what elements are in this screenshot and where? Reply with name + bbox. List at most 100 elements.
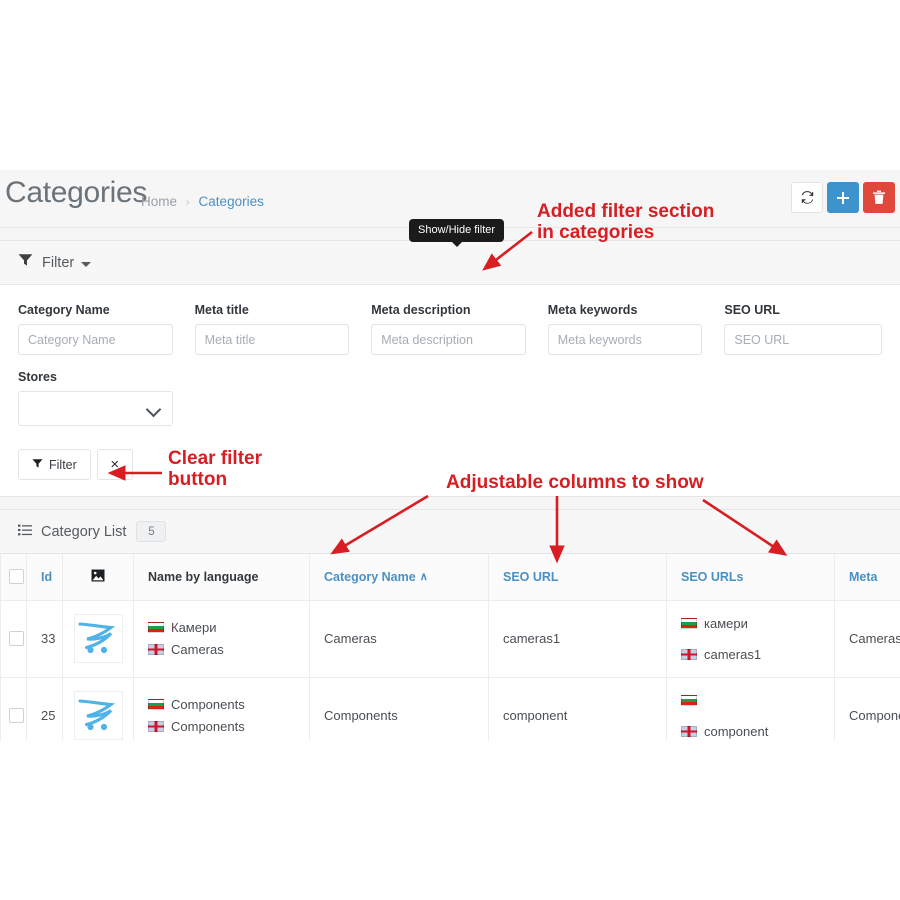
row-checkbox[interactable] bbox=[9, 708, 24, 723]
cell-meta: Cameras bbox=[834, 600, 900, 678]
seo-url-item bbox=[681, 685, 820, 716]
language-name-stack: Камери Cameras bbox=[148, 617, 295, 661]
annotation-filter-section: Added filter section in categories bbox=[537, 201, 715, 244]
flag-en-icon bbox=[681, 725, 697, 737]
label-meta-keywords: Meta keywords bbox=[547, 303, 638, 317]
apply-filter-label: Filter bbox=[49, 457, 77, 472]
filter-field-meta-title: Meta title bbox=[194, 303, 350, 355]
list-icon bbox=[18, 523, 32, 541]
category-thumbnail bbox=[73, 691, 123, 740]
row-select-cell[interactable] bbox=[0, 600, 27, 678]
filter-form: Category Name Meta title Meta descriptio… bbox=[0, 285, 900, 496]
show-hide-filter-tooltip: Show/Hide filter bbox=[409, 219, 505, 247]
table-header-row: Id Name by language Category Name ∧ SEO … bbox=[0, 554, 900, 601]
row-select-cell[interactable] bbox=[0, 677, 27, 740]
seo-url-text: cameras1 bbox=[704, 646, 762, 662]
plus-icon bbox=[836, 191, 850, 205]
input-meta-keywords[interactable] bbox=[547, 324, 703, 355]
category-count-badge: 5 bbox=[136, 521, 167, 542]
flag-bg-icon bbox=[148, 699, 164, 710]
category-thumbnail bbox=[73, 614, 123, 663]
breadcrumb-separator: › bbox=[185, 195, 190, 209]
th-meta[interactable]: Meta bbox=[834, 554, 900, 601]
filter-field-row: Category Name Meta title Meta descriptio… bbox=[18, 303, 882, 355]
seo-url-item: cameras1 bbox=[681, 639, 820, 670]
flag-bg-icon bbox=[148, 622, 164, 633]
flag-bg-icon bbox=[681, 694, 697, 706]
language-name-item: Камери bbox=[148, 617, 295, 639]
close-icon: × bbox=[110, 456, 120, 473]
cell-seo-url: cameras1 bbox=[488, 600, 667, 678]
apply-filter-button[interactable]: Filter bbox=[18, 449, 91, 480]
filter-panel-header[interactable]: Filter bbox=[0, 241, 900, 285]
cell-id: 33 bbox=[26, 600, 63, 678]
filter-panel-title: Filter bbox=[42, 254, 75, 271]
cell-name-by-language: Камери Cameras bbox=[133, 600, 310, 678]
flag-en-icon bbox=[148, 721, 164, 732]
filter-field-category-name: Category Name bbox=[18, 303, 173, 355]
funnel-icon bbox=[18, 253, 33, 272]
breadcrumb: Home › Categories bbox=[141, 194, 264, 209]
cell-name-by-language: Components Components bbox=[133, 677, 310, 740]
th-seo-urls[interactable]: SEO URLs bbox=[666, 554, 835, 601]
screenshot-root: Categories Home › Categories Filter Cate… bbox=[0, 0, 900, 900]
label-meta-title: Meta title bbox=[194, 303, 249, 317]
seo-url-item: component bbox=[681, 716, 820, 741]
cell-seo-url: component bbox=[488, 677, 667, 740]
cell-image bbox=[62, 677, 134, 740]
annotation-clear-filter: Clear filter button bbox=[168, 448, 262, 491]
th-select-all[interactable] bbox=[0, 554, 27, 601]
label-category-name: Category Name bbox=[18, 303, 110, 317]
language-name-text: Камери bbox=[171, 620, 217, 635]
label-stores: Stores bbox=[18, 370, 57, 384]
category-table-wrap: Id Name by language Category Name ∧ SEO … bbox=[0, 554, 900, 740]
flag-en-icon bbox=[681, 648, 697, 660]
th-category-name-label: Category Name bbox=[324, 569, 416, 584]
funnel-icon bbox=[32, 458, 43, 472]
trash-icon bbox=[872, 190, 886, 205]
category-table: Id Name by language Category Name ∧ SEO … bbox=[0, 554, 900, 740]
seo-url-text: component bbox=[704, 723, 769, 739]
seo-url-stack: камери cameras1 bbox=[681, 608, 820, 670]
table-row[interactable]: 25 Components Components Components comp… bbox=[0, 677, 900, 741]
input-meta-title[interactable] bbox=[194, 324, 350, 355]
th-name-by-language: Name by language bbox=[133, 554, 310, 601]
clear-filter-button[interactable]: × bbox=[96, 449, 133, 480]
stores-select-wrap bbox=[18, 391, 173, 426]
row-checkbox[interactable] bbox=[9, 631, 24, 646]
header-actions bbox=[791, 182, 895, 213]
input-meta-description[interactable] bbox=[371, 324, 526, 355]
add-button[interactable] bbox=[827, 182, 859, 213]
language-name-text: Cameras bbox=[171, 642, 224, 657]
seo-url-stack: component bbox=[681, 685, 820, 741]
language-name-item: Components bbox=[148, 694, 295, 716]
seo-url-text: камери bbox=[704, 615, 748, 631]
language-name-item: Cameras bbox=[148, 639, 295, 661]
th-id[interactable]: Id bbox=[26, 554, 63, 601]
th-seo-url[interactable]: SEO URL bbox=[488, 554, 667, 601]
image-icon bbox=[91, 569, 105, 585]
table-row[interactable]: 33 Камери Cameras Cameras cameras1 камер… bbox=[0, 600, 900, 678]
admin-categories-page: Categories Home › Categories Filter Cate… bbox=[0, 170, 900, 740]
language-name-stack: Components Components bbox=[148, 694, 295, 738]
cell-category-name: Components bbox=[309, 677, 489, 740]
category-list-title: Category List bbox=[41, 523, 127, 540]
refresh-icon bbox=[800, 190, 815, 205]
filter-panel: Filter Category Name Meta title Meta des… bbox=[0, 240, 900, 497]
select-all-checkbox[interactable] bbox=[9, 569, 24, 585]
label-seo-url: SEO URL bbox=[724, 303, 780, 317]
input-seo-url[interactable] bbox=[724, 324, 882, 355]
breadcrumb-current[interactable]: Categories bbox=[199, 194, 264, 209]
cell-image bbox=[62, 600, 134, 678]
cell-id: 25 bbox=[26, 677, 63, 740]
filter-field-meta-description: Meta description bbox=[371, 303, 526, 355]
flag-bg-icon bbox=[681, 617, 697, 629]
input-category-name[interactable] bbox=[18, 324, 173, 355]
th-category-name[interactable]: Category Name ∧ bbox=[309, 554, 489, 601]
refresh-button[interactable] bbox=[791, 182, 823, 213]
flag-en-icon bbox=[148, 644, 164, 655]
delete-button[interactable] bbox=[863, 182, 895, 213]
breadcrumb-home[interactable]: Home bbox=[141, 194, 177, 209]
page-title: Categories bbox=[5, 176, 148, 209]
th-image bbox=[62, 554, 134, 601]
